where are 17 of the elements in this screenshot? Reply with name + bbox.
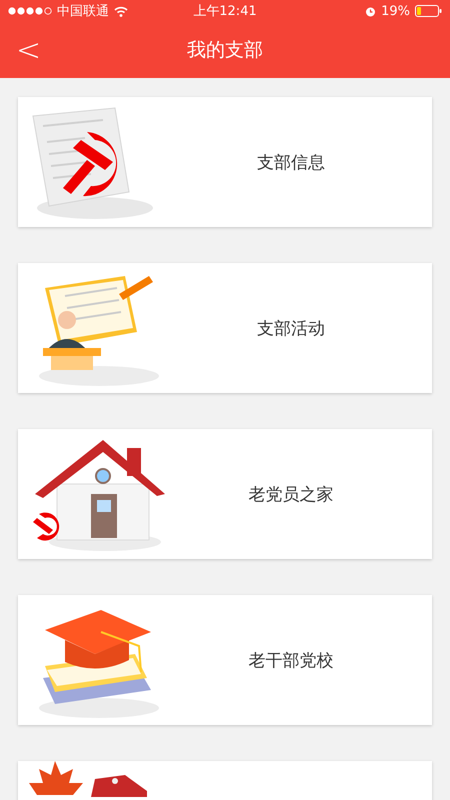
alarm-clock-icon xyxy=(365,6,376,16)
wifi-icon xyxy=(114,6,128,16)
back-button[interactable]: < xyxy=(8,30,50,70)
card-label: 支部活动 xyxy=(256,318,326,340)
status-time: 上午12:41 xyxy=(193,3,257,20)
carrier-name: 中国联通 xyxy=(57,3,109,20)
menu-card[interactable]: 老干部党校 xyxy=(18,595,432,725)
menu-card[interactable]: 老党员之家 xyxy=(18,429,432,559)
battery-percent: 19% xyxy=(381,4,410,18)
menu-card[interactable]: 支部信息 xyxy=(18,97,432,227)
card-label: 支部信息 xyxy=(256,152,326,174)
page-title: 我的支部 xyxy=(187,38,263,63)
card-label: 老干部党校 xyxy=(248,650,334,672)
menu-card[interactable]: 支部活动 xyxy=(18,263,432,393)
signal-icon xyxy=(8,7,52,15)
card-label: 老党员之家 xyxy=(248,484,334,506)
battery-icon xyxy=(415,5,442,17)
